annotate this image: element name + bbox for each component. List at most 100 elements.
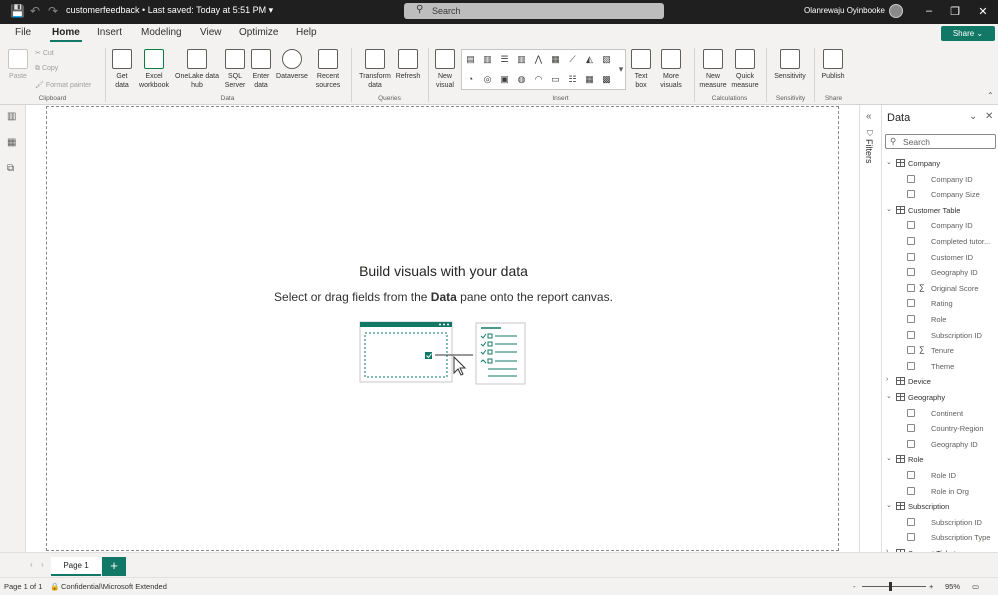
table-node[interactable]: ⌄ Company	[882, 157, 998, 171]
report-canvas[interactable]: Build visuals with your data Select or d…	[46, 106, 839, 551]
chevron-down-icon[interactable]: ⌄	[969, 111, 977, 122]
field-checkbox[interactable]	[907, 283, 915, 292]
tab-help[interactable]: Help	[296, 27, 317, 38]
redo-icon[interactable]: ↷	[48, 4, 58, 18]
field-item[interactable]: Completed tutor...	[882, 235, 998, 249]
close-icon[interactable]: ✕	[985, 111, 993, 122]
field-item[interactable]: Company ID	[882, 173, 998, 187]
table-view-icon[interactable]: ▦	[7, 137, 19, 148]
table-node[interactable]: ⌄ Role	[882, 453, 998, 467]
undo-icon[interactable]: ↶	[30, 4, 40, 18]
close-icon[interactable]: ✕	[976, 5, 990, 18]
field-item[interactable]: Subscription Type	[882, 531, 998, 545]
field-item[interactable]: Subscription ID	[882, 329, 998, 343]
tab-home[interactable]: Home	[50, 27, 82, 42]
field-checkbox[interactable]	[907, 237, 915, 245]
line-chart-icon[interactable]: ⟋	[567, 54, 578, 64]
field-checkbox[interactable]	[907, 346, 915, 355]
more-visuals-button[interactable]: More visuals	[654, 49, 688, 90]
field-item[interactable]: Rating	[882, 297, 998, 311]
field-item[interactable]: Role in Org	[882, 485, 998, 499]
field-item[interactable]: Geography ID	[882, 266, 998, 280]
field-item[interactable]: ∑ Original Score	[882, 282, 998, 296]
card-icon[interactable]: ▭	[550, 74, 561, 84]
table-node[interactable]: ⌄ Subscription	[882, 500, 998, 514]
field-checkbox[interactable]	[907, 471, 915, 479]
treemap-icon[interactable]: ▣	[499, 74, 510, 84]
area-chart-icon[interactable]: ◭	[584, 54, 595, 64]
tab-view[interactable]: View	[200, 27, 222, 38]
fit-to-page-icon[interactable]: ▭	[972, 582, 979, 591]
field-checkbox[interactable]	[907, 486, 915, 495]
table-visual-icon[interactable]: ▦	[584, 74, 595, 84]
collapse-panes-icon[interactable]: «	[866, 111, 872, 122]
line-column-icon[interactable]: ⋀	[533, 54, 544, 64]
donut-chart-icon[interactable]: ◎	[482, 74, 493, 84]
publish-button[interactable]: Publish	[819, 49, 847, 81]
quick-measure-button[interactable]: Quick measure	[730, 49, 760, 90]
field-item[interactable]: Company ID	[882, 219, 998, 233]
filters-pane-collapsed[interactable]: « ⛉ Filters	[859, 105, 881, 577]
table-node[interactable]: ⌄ Customer Table	[882, 204, 998, 218]
matrix-icon[interactable]: ▩	[601, 74, 612, 84]
field-checkbox[interactable]	[907, 439, 915, 448]
restore-icon[interactable]: ❐	[948, 5, 962, 18]
data-search-input[interactable]: ⚲ Search	[885, 134, 996, 149]
excel-workbook-button[interactable]: Excel workbook	[137, 49, 171, 90]
transform-data-button[interactable]: Transform data	[357, 49, 393, 90]
report-view-icon[interactable]: ▥	[7, 111, 19, 122]
field-checkbox[interactable]	[907, 299, 915, 308]
gauge-icon[interactable]: ◠	[533, 74, 544, 84]
enter-data-button[interactable]: Enter data	[249, 49, 273, 90]
tab-optimize[interactable]: Optimize	[239, 27, 278, 38]
field-checkbox[interactable]	[907, 517, 915, 526]
collapse-ribbon-icon[interactable]: ⌃	[987, 91, 994, 100]
global-search[interactable]: ⚲ Search	[404, 3, 664, 19]
field-item[interactable]: Role	[882, 313, 998, 327]
cut-button[interactable]: ✂ Cut	[35, 49, 54, 57]
field-checkbox[interactable]	[907, 408, 915, 417]
table-node[interactable]: ⌄ Geography	[882, 391, 998, 405]
recent-sources-button[interactable]: Recent sources	[311, 49, 345, 90]
gallery-scroll-icon[interactable]: ▾	[617, 64, 625, 74]
clustered-bar-icon[interactable]: ☰	[499, 54, 510, 64]
chevron-right-icon[interactable]: ›	[886, 376, 888, 383]
zoom-out-icon[interactable]: -	[853, 582, 856, 591]
prev-page-icon[interactable]: ‹	[30, 560, 33, 569]
field-checkbox[interactable]	[907, 268, 915, 277]
field-item[interactable]: Continent	[882, 407, 998, 421]
chevron-down-icon[interactable]: ⌄	[886, 205, 892, 213]
field-checkbox[interactable]	[907, 330, 915, 339]
onelake-button[interactable]: OneLake data hub	[173, 49, 221, 90]
save-icon[interactable]: 💾	[10, 4, 25, 18]
add-page-button[interactable]: +	[102, 557, 126, 576]
map-icon[interactable]: ◍	[516, 74, 527, 84]
sensitivity-button[interactable]: Sensitivity	[771, 49, 809, 81]
clustered-column-icon[interactable]: ▥	[516, 54, 527, 64]
field-item[interactable]: Theme	[882, 360, 998, 374]
get-data-button[interactable]: Get data	[110, 49, 134, 90]
waterfall-icon[interactable]: ▧	[601, 54, 612, 64]
chevron-down-icon[interactable]: ⌄	[886, 454, 892, 462]
new-measure-button[interactable]: New measure	[698, 49, 728, 90]
refresh-button[interactable]: Refresh	[394, 49, 422, 81]
field-checkbox[interactable]	[907, 315, 915, 323]
field-checkbox[interactable]	[907, 190, 915, 199]
chevron-down-icon[interactable]: ⌄	[886, 392, 892, 400]
model-view-icon[interactable]: ⧉	[7, 163, 19, 174]
new-visual-button[interactable]: New visual	[432, 49, 458, 90]
zoom-slider[interactable]	[862, 586, 926, 587]
page-tab[interactable]: Page 1	[51, 557, 101, 576]
chevron-down-icon[interactable]: ⌄	[886, 501, 892, 509]
paste-button[interactable]: Paste	[6, 49, 30, 81]
stacked-bar-icon[interactable]: ▤	[465, 54, 476, 64]
next-page-icon[interactable]: ›	[41, 560, 44, 569]
document-title[interactable]: customerfeedback • Last saved: Today at …	[66, 5, 273, 16]
format-painter-button[interactable]: 🖌 Format painter	[35, 81, 91, 89]
pie-chart-icon[interactable]: ◔	[465, 74, 476, 84]
chevron-down-icon[interactable]: ⌄	[886, 158, 892, 166]
field-checkbox[interactable]	[907, 252, 915, 261]
sql-server-button[interactable]: SQL Server	[223, 49, 247, 90]
avatar[interactable]	[889, 4, 903, 18]
field-item[interactable]: Company Size	[882, 188, 998, 202]
